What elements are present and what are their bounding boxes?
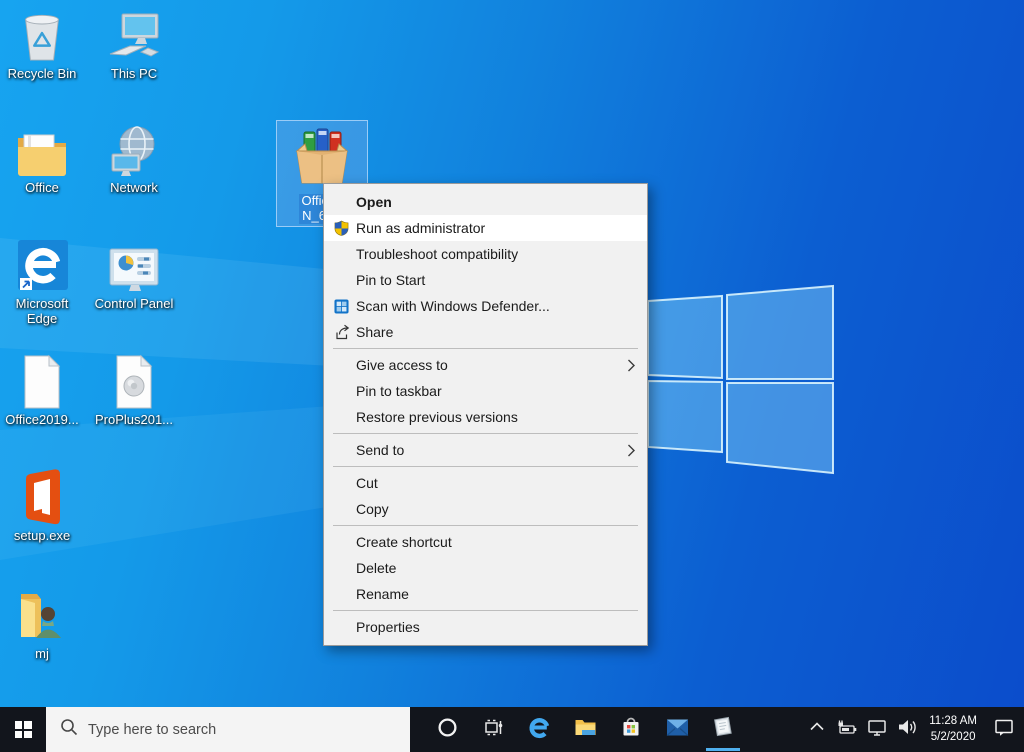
task-view-icon xyxy=(483,717,504,743)
active-app-button[interactable] xyxy=(700,707,746,752)
windows-defender-icon xyxy=(334,299,356,314)
menu-item-troubleshoot-compatibility[interactable]: Troubleshoot compatibility xyxy=(324,241,647,267)
menu-item-restore-previous-versions[interactable]: Restore previous versions xyxy=(324,404,647,430)
cortana-icon xyxy=(437,717,458,743)
edge-icon xyxy=(15,236,69,294)
search-icon xyxy=(60,718,78,741)
submenu-chevron-icon xyxy=(627,359,635,372)
folder-icon xyxy=(15,120,69,178)
share-icon xyxy=(334,324,356,340)
office-setup-icon xyxy=(16,468,68,526)
menu-separator xyxy=(333,348,638,349)
desktop-icon-setup-exe[interactable]: setup.exe xyxy=(0,468,84,544)
menu-item-copy[interactable]: Copy xyxy=(324,496,647,522)
desktop-icon-microsoft-edge[interactable]: Microsoft Edge xyxy=(0,236,84,327)
menu-item-send-to[interactable]: Send to xyxy=(324,437,647,463)
notepad-app-icon xyxy=(711,715,735,744)
taskbar-apps xyxy=(424,707,746,752)
desktop-icon-proplus-file[interactable]: ProPlus201... xyxy=(92,352,176,428)
menu-item-create-shortcut[interactable]: Create shortcut xyxy=(324,529,647,555)
menu-item-run-as-administrator[interactable]: Run as administrator xyxy=(324,215,647,241)
volume-button[interactable] xyxy=(892,707,922,752)
menu-item-pin-to-start[interactable]: Pin to Start xyxy=(324,267,647,293)
menu-separator xyxy=(333,610,638,611)
this-pc-icon xyxy=(106,6,162,64)
active-app-indicator xyxy=(706,748,740,751)
menu-item-properties[interactable]: Properties xyxy=(324,614,647,640)
desktop-icon-network[interactable]: Network xyxy=(92,120,176,196)
chevron-up-icon xyxy=(807,717,827,742)
desktop-icon-this-pc[interactable]: This PC xyxy=(92,6,176,82)
clock-time: 11:28 AM xyxy=(929,714,977,730)
tray-chevron-button[interactable] xyxy=(802,707,832,752)
uac-shield-icon xyxy=(334,220,356,236)
system-tray: 11:28 AM 5/2/2020 xyxy=(802,707,1024,752)
action-center-button[interactable] xyxy=(984,707,1024,752)
edge-taskbar-button[interactable] xyxy=(516,707,562,752)
power-status-button[interactable] xyxy=(832,707,862,752)
mail-icon xyxy=(666,718,689,742)
desktop-icon-office-folder[interactable]: Office xyxy=(0,120,84,196)
document-icon xyxy=(21,352,63,410)
disc-image-file-icon xyxy=(113,352,155,410)
desktop-icon-control-panel[interactable]: Control Panel xyxy=(92,236,176,312)
context-menu: Open Run as administrator Troubleshoot c… xyxy=(323,183,648,646)
menu-separator xyxy=(333,466,638,467)
user-folder-icon xyxy=(15,586,69,644)
control-panel-icon xyxy=(106,236,162,294)
clock-date: 5/2/2020 xyxy=(929,730,977,746)
speaker-icon xyxy=(896,716,918,743)
taskbar: 11:28 AM 5/2/2020 xyxy=(0,707,1024,752)
menu-item-pin-to-taskbar[interactable]: Pin to taskbar xyxy=(324,378,647,404)
microsoft-store-button[interactable] xyxy=(608,707,654,752)
rar-archive-icon xyxy=(290,125,354,192)
taskbar-clock[interactable]: 11:28 AM 5/2/2020 xyxy=(922,714,984,745)
recycle-bin-icon xyxy=(16,6,68,64)
windows-logo-icon xyxy=(15,721,32,738)
task-view-button[interactable] xyxy=(470,707,516,752)
file-explorer-button[interactable] xyxy=(562,707,608,752)
menu-item-cut[interactable]: Cut xyxy=(324,470,647,496)
network-monitor-icon xyxy=(866,716,888,743)
menu-separator xyxy=(333,433,638,434)
desktop-icon-office2019-file[interactable]: Office2019... xyxy=(0,352,84,428)
desktop: Recycle Bin This PC Office xyxy=(0,0,1024,752)
mail-button[interactable] xyxy=(654,707,700,752)
menu-item-rename[interactable]: Rename xyxy=(324,581,647,607)
menu-item-delete[interactable]: Delete xyxy=(324,555,647,581)
battery-plug-icon xyxy=(836,716,858,743)
network-status-button[interactable] xyxy=(862,707,892,752)
menu-item-share[interactable]: Share xyxy=(324,319,647,345)
file-explorer-icon xyxy=(574,716,597,743)
menu-item-open[interactable]: Open xyxy=(324,189,647,215)
search-input[interactable] xyxy=(88,722,368,738)
store-icon xyxy=(620,716,642,743)
desktop-icon-recycle-bin[interactable]: Recycle Bin xyxy=(0,6,84,82)
cortana-button[interactable] xyxy=(424,707,470,752)
menu-item-give-access-to[interactable]: Give access to xyxy=(324,352,647,378)
edge-icon xyxy=(527,715,552,745)
menu-separator xyxy=(333,525,638,526)
desktop-icon-mj-folder[interactable]: mj xyxy=(0,586,84,662)
action-center-icon xyxy=(993,716,1015,743)
taskbar-search[interactable] xyxy=(46,707,410,752)
network-icon xyxy=(106,120,162,178)
menu-item-scan-with-windows-defender[interactable]: Scan with Windows Defender... xyxy=(324,293,647,319)
start-button[interactable] xyxy=(0,707,46,752)
submenu-chevron-icon xyxy=(627,444,635,457)
